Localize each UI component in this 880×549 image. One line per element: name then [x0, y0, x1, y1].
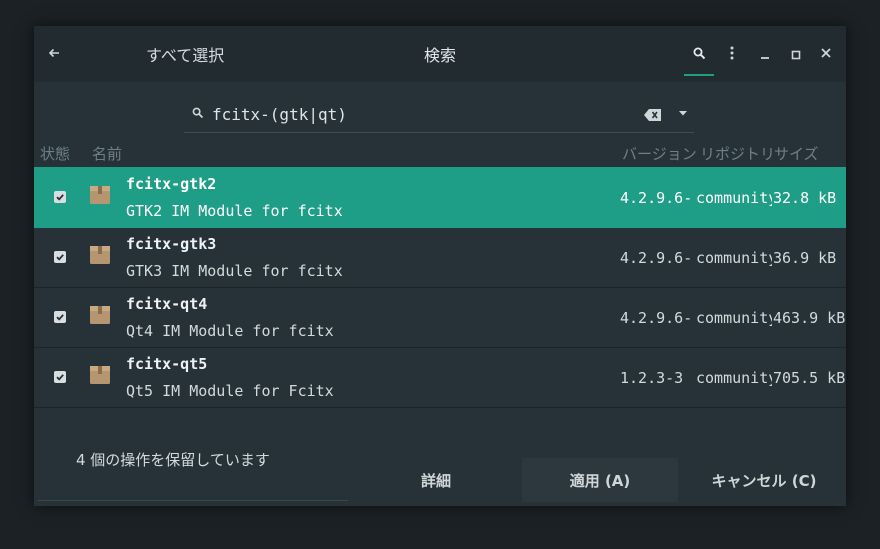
package-checkbox[interactable] — [54, 371, 66, 383]
package-version: 4.2.9.6- — [620, 309, 693, 327]
select-all-button[interactable]: すべて選択 — [146, 26, 224, 82]
footer-divider — [38, 500, 348, 501]
column-header-name[interactable]: 名前 — [92, 142, 122, 166]
search-input[interactable] — [210, 100, 634, 128]
header-bar: すべて選択 検索 — [34, 26, 846, 82]
menu-button[interactable] — [721, 26, 743, 82]
column-header-repository[interactable]: リポジトリ — [700, 142, 775, 166]
action-footer: 4 個の操作を保留しています 詳細 適用 (A) キャンセル (C) — [34, 437, 846, 506]
maximize-icon — [791, 45, 801, 64]
package-icon — [88, 303, 112, 327]
pending-operations-status: 4 個の操作を保留しています — [76, 451, 270, 469]
search-field — [184, 96, 694, 133]
column-header-size[interactable]: サイズ — [774, 142, 819, 166]
package-manager-window: すべて選択 検索 fcitx-(gtk|qt) 状態 名前 バージョン リポジト… — [34, 26, 846, 506]
close-icon — [821, 46, 831, 62]
package-name: fcitx-gtk3 — [126, 235, 217, 253]
apply-button[interactable]: 適用 (A) — [522, 458, 678, 502]
window-title: 検索 — [423, 46, 456, 65]
package-repository: community — [696, 309, 772, 327]
package-name: fcitx-qt4 — [126, 295, 208, 313]
backspace-icon[interactable] — [644, 106, 662, 121]
minimize-icon — [760, 45, 770, 64]
package-row[interactable]: fcitx-gtk3 GTK3 IM Module for fcitx 4.2.… — [34, 227, 846, 288]
active-indicator — [684, 74, 714, 76]
package-name: fcitx-qt5 — [126, 355, 208, 373]
package-checkbox[interactable] — [54, 251, 66, 263]
maximize-button[interactable] — [785, 26, 807, 82]
package-size: 36.9 kB — [773, 249, 837, 267]
package-repository: community — [696, 249, 772, 267]
search-bar — [34, 82, 846, 140]
package-icon — [88, 363, 112, 387]
package-name: fcitx-gtk2 — [126, 175, 217, 193]
package-size: 705.5 kB — [773, 369, 846, 387]
back-button[interactable] — [34, 26, 74, 82]
package-row[interactable]: fcitx-qt4 Qt4 IM Module for fcitx 4.2.9.… — [34, 287, 846, 348]
chevron-down-icon[interactable] — [676, 105, 690, 119]
search-toggle-button[interactable] — [684, 26, 714, 82]
package-version: 4.2.9.6- — [620, 189, 693, 207]
column-header-state[interactable]: 状態 — [40, 142, 70, 166]
package-description: GTK2 IM Module for fcitx — [126, 202, 343, 220]
search-icon — [693, 45, 706, 64]
package-icon — [88, 243, 112, 267]
package-row[interactable]: fcitx-qt5 Qt5 IM Module for Fcitx 1.2.3-… — [34, 347, 846, 408]
package-repository: community — [696, 189, 772, 207]
package-icon — [88, 183, 112, 207]
package-size: 463.9 kB — [773, 309, 846, 327]
vertical-dots-icon — [730, 45, 734, 64]
search-icon — [192, 104, 206, 119]
package-version: 1.2.3-3 — [620, 369, 684, 387]
package-description: GTK3 IM Module for fcitx — [126, 262, 343, 280]
arrow-left-icon — [48, 45, 60, 63]
package-description: Qt5 IM Module for Fcitx — [126, 382, 334, 400]
package-list: fcitx-gtk2 GTK2 IM Module for fcitx 4.2.… — [34, 167, 846, 437]
package-checkbox[interactable] — [54, 191, 66, 203]
cancel-button[interactable]: キャンセル (C) — [690, 458, 838, 502]
package-checkbox[interactable] — [54, 311, 66, 323]
package-version: 4.2.9.6- — [620, 249, 693, 267]
package-description: Qt4 IM Module for fcitx — [126, 322, 334, 340]
close-button[interactable] — [815, 26, 837, 82]
package-row[interactable]: fcitx-gtk2 GTK2 IM Module for fcitx 4.2.… — [34, 167, 846, 228]
column-header-version[interactable]: バージョン — [622, 142, 697, 166]
details-button[interactable]: 詳細 — [386, 458, 486, 502]
minimize-button[interactable] — [754, 26, 776, 82]
package-size: 32.8 kB — [773, 189, 837, 207]
package-repository: community — [696, 369, 772, 387]
